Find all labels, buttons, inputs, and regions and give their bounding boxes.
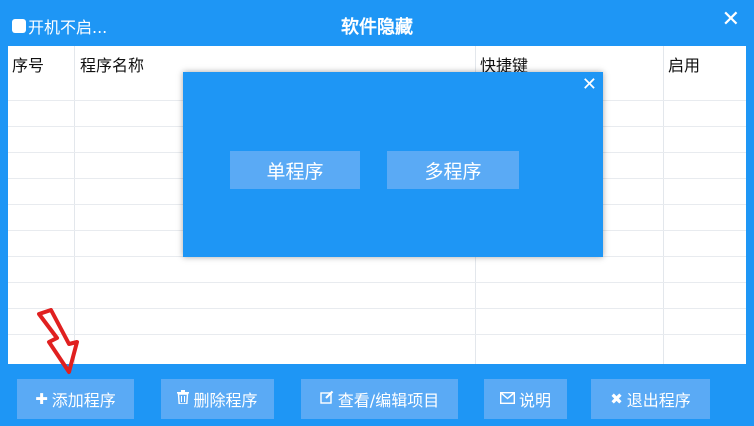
program-type-dialog: ✕ 单程序 多程序 [183,72,603,257]
edit-icon-svg [320,390,334,404]
delete-program-button[interactable]: 删除程序 [161,379,274,419]
help-button[interactable]: 说明 [484,379,567,419]
envelope-icon [499,390,515,408]
table-row-divider [8,308,746,309]
envelope-icon-svg [499,391,515,405]
add-program-button[interactable]: ✚ 添加程序 [17,379,134,419]
plus-icon: ✚ [35,390,48,408]
column-divider [663,46,664,364]
add-program-label: 添加程序 [51,391,116,410]
trash-icon [177,390,190,408]
help-label: 说明 [518,391,551,410]
window-title: 软件隐藏 [341,17,413,38]
view-edit-button[interactable]: 查看/编辑项目 [301,379,458,419]
x-icon: ✖ [610,390,623,408]
table-row-divider [8,334,746,335]
table-row-divider [8,282,746,283]
delete-program-label: 删除程序 [193,391,258,410]
exit-program-button[interactable]: ✖ 退出程序 [591,379,710,419]
edit-icon [320,390,334,408]
close-icon[interactable]: ✕ [582,74,597,95]
app-window: 开机不启... 软件隐藏 ✕ 序号 程序名称 快捷键 启用 ✕ 单程序 多程序 … [0,0,754,426]
red-arrow-icon [37,308,79,374]
single-program-button[interactable]: 单程序 [230,151,360,189]
exit-program-label: 退出程序 [626,391,691,410]
column-header-index[interactable]: 序号 [12,52,44,76]
column-header-program-name[interactable]: 程序名称 [80,52,144,76]
close-icon[interactable]: ✕ [722,9,740,31]
trash-icon-svg [177,390,190,405]
view-edit-label: 查看/编辑项目 [337,391,440,410]
title-bar: 开机不启... 软件隐藏 ✕ [0,0,754,46]
column-header-enabled[interactable]: 启用 [668,52,700,76]
multi-program-button[interactable]: 多程序 [387,151,519,189]
